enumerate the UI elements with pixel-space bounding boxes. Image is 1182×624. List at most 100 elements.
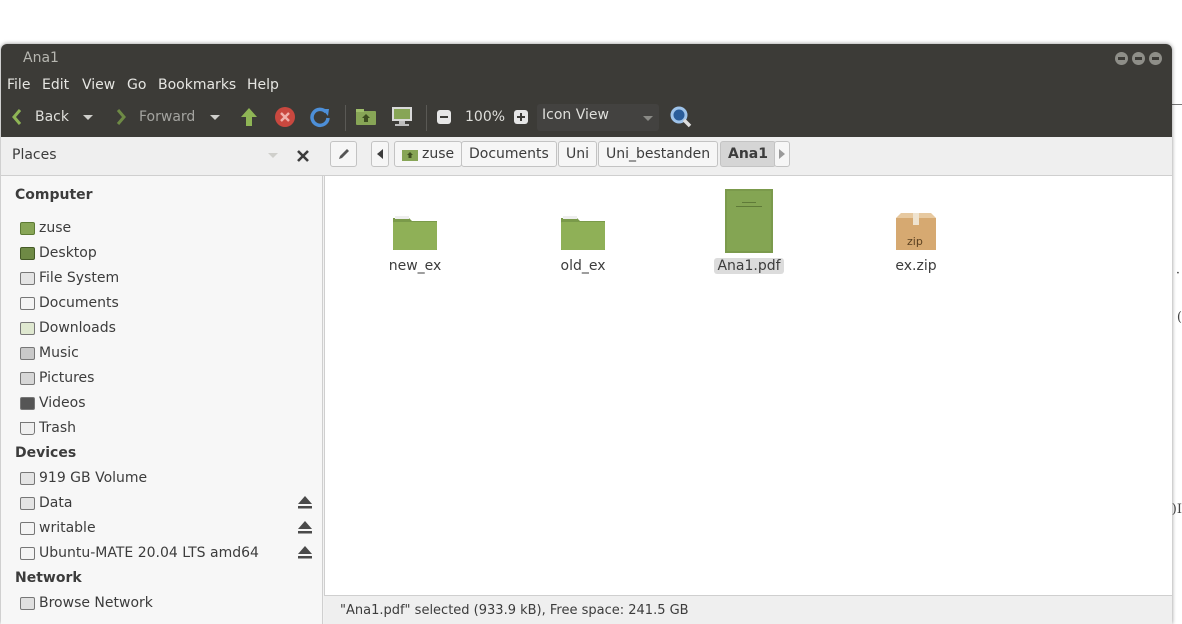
edit-location-button[interactable] [330, 141, 357, 167]
sidebar-item-label: Browse Network [39, 595, 153, 611]
sidebar-item-label: Pictures [39, 370, 95, 386]
sidebar-item-file-system[interactable]: File System [20, 267, 119, 289]
sidebar-item-label: Downloads [39, 320, 116, 336]
menu-edit[interactable]: Edit [42, 77, 69, 93]
sidebar-item-label: Ubuntu-MATE 20.04 LTS amd64 [39, 545, 259, 561]
file-item-ex-zip[interactable]: zip ex.zip [866, 212, 966, 274]
maximize-button[interactable] [1132, 52, 1145, 65]
file-name: Ana1.pdf [714, 258, 784, 274]
triangle-right-icon [779, 149, 785, 159]
forward-history-dropdown[interactable] [210, 97, 220, 137]
minimize-button[interactable] [1115, 52, 1128, 65]
zoom-out-icon [437, 110, 451, 124]
sidebar-item-label: Trash [39, 420, 76, 436]
sidebar-item-label: Data [39, 495, 73, 511]
close-sidebar-icon[interactable] [296, 149, 310, 163]
chevron-down-icon [83, 114, 93, 120]
status-text: "Ana1.pdf" selected (933.9 kB), Free spa… [340, 603, 689, 618]
sidebar-item-label: Videos [39, 395, 86, 411]
file-view[interactable]: new_ex old_ex Ana1.pdf zip ex.zip [324, 176, 1172, 624]
reload-button[interactable] [309, 97, 331, 137]
sidebar-item-downloads[interactable]: Downloads [20, 317, 116, 339]
sidebar-item-data[interactable]: Data [20, 492, 72, 514]
zoom-out-button[interactable] [436, 97, 452, 137]
search-button[interactable] [669, 97, 693, 137]
home-button[interactable] [355, 97, 377, 137]
background-fragment: · [1175, 266, 1180, 281]
toolbar-separator [345, 105, 346, 131]
sidebar-item-browse-network[interactable]: Browse Network [20, 592, 153, 614]
eject-icon[interactable] [297, 495, 313, 509]
triangle-left-icon [377, 149, 383, 159]
pictures-icon [20, 371, 35, 385]
sidebar-item-zuse[interactable]: zuse [20, 217, 71, 239]
sidebar-item-label: Desktop [39, 245, 97, 261]
eject-icon[interactable] [297, 520, 313, 534]
sidebar-item-trash[interactable]: Trash [20, 417, 76, 439]
window-title: Ana1 [23, 50, 59, 66]
toolbar-separator [426, 105, 427, 131]
menu-view[interactable]: View [82, 77, 115, 93]
network-icon [20, 596, 35, 610]
sidebar-item-label: File System [39, 270, 120, 286]
breadcrumb-uni-bestanden[interactable]: Uni_bestanden [598, 141, 719, 167]
zoom-in-icon [514, 110, 528, 124]
breadcrumb-uni[interactable]: Uni [558, 141, 598, 167]
file-name: old_ex [560, 258, 606, 274]
desktop-icon [20, 246, 35, 260]
menu-bookmarks[interactable]: Bookmarks [158, 77, 236, 93]
sidebar-item-writable[interactable]: writable [20, 517, 96, 539]
menu-go[interactable]: Go [127, 77, 146, 93]
computer-button[interactable] [390, 97, 414, 137]
sidebar-item-ubuntu-mate[interactable]: Ubuntu-MATE 20.04 LTS amd64 [20, 542, 259, 564]
places-sidebar: Computer zuse Desktop File System Docume… [1, 176, 323, 624]
breadcrumb-zuse[interactable]: zuse [394, 141, 463, 167]
sidebar-item-label: Documents [39, 295, 119, 311]
folder-icon [393, 216, 437, 250]
documents-icon [20, 296, 35, 310]
sidebar-item-documents[interactable]: Documents [20, 292, 119, 314]
back-button[interactable]: Back [11, 97, 69, 137]
back-history-dropdown[interactable] [83, 97, 93, 137]
stop-button[interactable] [274, 97, 296, 137]
usb-drive-icon [20, 546, 35, 560]
breadcrumb-scroll-left[interactable] [371, 141, 389, 167]
up-button[interactable] [239, 97, 259, 137]
close-window-button[interactable] [1149, 52, 1162, 65]
zoom-level[interactable]: 100% [465, 97, 505, 137]
places-panel-label[interactable]: Places [12, 147, 57, 163]
sidebar-item-label: Music [39, 345, 79, 361]
background-fragment: )I [1171, 502, 1182, 517]
file-item-old-ex[interactable]: old_ex [533, 212, 633, 274]
view-mode-select[interactable]: Icon View [537, 104, 659, 131]
forward-button[interactable]: Forward [115, 97, 195, 137]
zoom-in-button[interactable] [513, 97, 529, 137]
places-dropdown-icon[interactable] [268, 153, 278, 158]
file-item-new-ex[interactable]: new_ex [365, 212, 465, 274]
eject-icon[interactable] [297, 545, 313, 559]
chevron-down-icon [643, 116, 653, 121]
breadcrumb-documents[interactable]: Documents [461, 141, 557, 167]
file-name: ex.zip [895, 258, 937, 274]
sidebar-item-music[interactable]: Music [20, 342, 79, 364]
folder-icon [561, 216, 605, 250]
section-computer-heading: Computer [15, 187, 93, 203]
sidebar-item-desktop[interactable]: Desktop [20, 242, 97, 264]
menu-help[interactable]: Help [247, 77, 279, 93]
sidebar-item-label: zuse [39, 220, 72, 236]
pdf-document-icon [725, 189, 773, 253]
forward-label: Forward [139, 109, 196, 125]
section-network-heading: Network [15, 570, 82, 586]
breadcrumb-scroll-right[interactable] [774, 141, 790, 167]
file-item-ana1-pdf[interactable]: Ana1.pdf [699, 188, 799, 274]
pencil-icon [338, 149, 349, 159]
menu-file[interactable]: File [7, 77, 30, 93]
sidebar-item-videos[interactable]: Videos [20, 392, 86, 414]
breadcrumb-label: Uni_bestanden [606, 146, 711, 162]
breadcrumb-label: zuse [422, 146, 455, 162]
title-bar[interactable]: Ana1 [1, 44, 1172, 71]
sidebar-item-pictures[interactable]: Pictures [20, 367, 94, 389]
sidebar-item-919gb-volume[interactable]: 919 GB Volume [20, 467, 147, 489]
drive-icon [20, 471, 35, 485]
breadcrumb-ana1[interactable]: Ana1 [720, 141, 776, 167]
